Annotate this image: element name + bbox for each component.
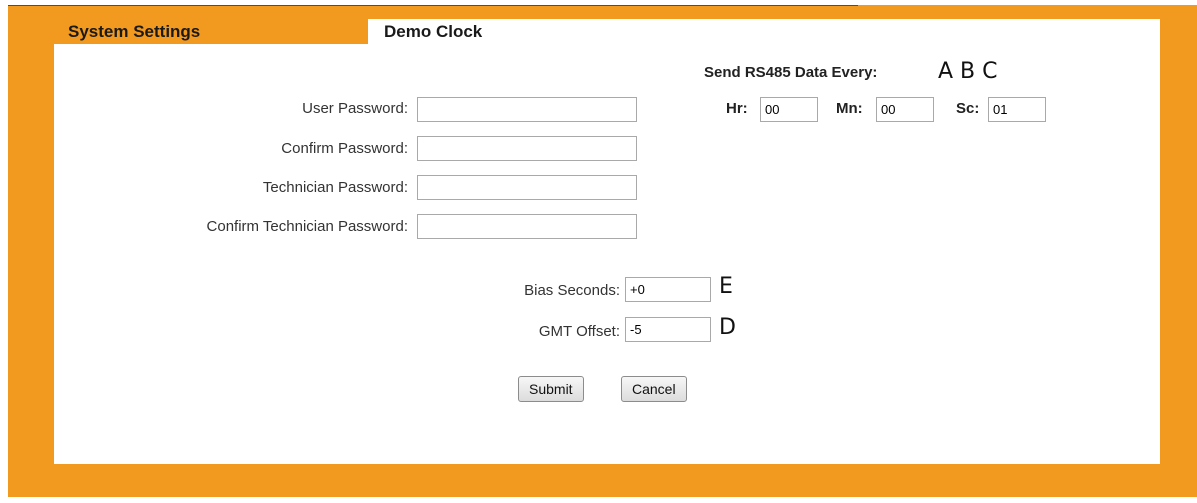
user-password-field[interactable] (417, 97, 637, 122)
bias-seconds-field[interactable] (625, 277, 711, 302)
tab-system-settings[interactable]: System Settings (54, 19, 366, 44)
submit-button[interactable]: Submit (518, 376, 584, 402)
bias-seconds-label: Bias Seconds: (524, 282, 620, 299)
hr-label: Hr: (726, 100, 748, 117)
sc-label: Sc: (956, 100, 980, 117)
confirm-password-label: Confirm Password: (281, 140, 408, 157)
rs485-heading: Send RS485 Data Every: (704, 64, 878, 81)
settings-panel: Send RS485 Data Every: A B C Hr: Mn: Sc:… (54, 44, 1160, 464)
top-divider (8, 5, 858, 6)
technician-password-field[interactable] (417, 175, 637, 200)
mn-label: Mn: (836, 100, 863, 117)
confirm-technician-password-field[interactable] (417, 214, 637, 239)
technician-password-label: Technician Password: (262, 179, 408, 196)
user-password-label: User Password: (302, 100, 408, 117)
sc-input[interactable] (988, 97, 1046, 122)
gmt-offset-label: GMT Offset: (538, 323, 620, 340)
bias-seconds-marker: E (719, 274, 733, 299)
mn-input[interactable] (876, 97, 934, 122)
rs485-markers: A B C (938, 59, 998, 84)
gmt-offset-field[interactable] (625, 317, 711, 342)
hr-input[interactable] (760, 97, 818, 122)
confirm-password-field[interactable] (417, 136, 637, 161)
gmt-offset-marker: D (719, 315, 736, 340)
cancel-button[interactable]: Cancel (621, 376, 687, 402)
tab-demo-clock[interactable]: Demo Clock (368, 19, 1160, 44)
confirm-technician-password-label: Confirm Technician Password: (206, 218, 408, 235)
